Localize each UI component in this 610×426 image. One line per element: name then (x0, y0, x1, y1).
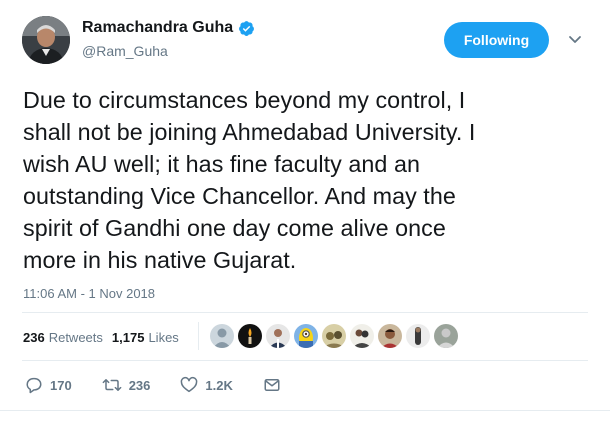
liker-avatar[interactable] (238, 324, 262, 348)
tweet-timestamp[interactable]: 11:06 AM - 1 Nov 2018 (23, 286, 155, 301)
tweet-actions: 170 236 1.2K (25, 376, 311, 394)
divider (22, 312, 588, 313)
liker-avatar[interactable] (406, 324, 430, 348)
liker-avatar[interactable] (210, 324, 234, 348)
like-action[interactable]: 1.2K (180, 376, 233, 394)
following-button[interactable]: Following (444, 22, 549, 58)
divider (0, 410, 610, 411)
liker-avatar[interactable] (434, 324, 458, 348)
likes-stat[interactable]: 1,175 Likes (112, 330, 179, 345)
like-icon[interactable] (180, 376, 198, 394)
tweet-text-line: spirit of Gandhi one day come alive once (23, 215, 446, 241)
retweets-stat-count: 236 (23, 330, 45, 345)
reply-icon[interactable] (25, 376, 43, 394)
likes-stat-count: 1,175 (111, 330, 145, 345)
like-count: 1.2K (205, 377, 233, 393)
tweet-stats: 236 Retweets 1,175 Likes (23, 330, 188, 345)
tweet-text: Due to circumstances beyond my control, … (23, 84, 593, 276)
retweets-stat-label: Retweets (48, 330, 103, 345)
tweet-card: Ramachandra Guha @Ram_Guha Following Due… (0, 0, 610, 426)
verified-badge-icon (238, 20, 255, 37)
reply-count: 170 (50, 377, 72, 393)
tweet-text-line: outstanding Vice Chancellor. And may the (23, 183, 456, 209)
retweet-icon[interactable] (102, 376, 122, 394)
liker-avatar[interactable] (266, 324, 290, 348)
chevron-down-icon[interactable] (565, 32, 585, 48)
tweet-text-line: more in his native Gujarat. (23, 247, 297, 273)
reply-action[interactable]: 170 (25, 376, 72, 394)
retweet-count: 236 (128, 377, 151, 393)
liker-avatar[interactable] (378, 324, 402, 348)
message-icon[interactable] (263, 376, 281, 394)
divider (22, 360, 588, 361)
liker-avatar[interactable] (322, 324, 346, 348)
author-avatar[interactable] (22, 16, 70, 64)
tweet-text-line: shall not be joining Ahmedabad Universit… (23, 119, 476, 145)
retweet-action[interactable]: 236 (102, 376, 151, 394)
stats-separator (198, 322, 199, 350)
tweet-text-line: Due to circumstances beyond my control, … (23, 87, 466, 113)
author-name-row: Ramachandra Guha (82, 19, 255, 37)
liker-avatar[interactable] (350, 324, 374, 348)
author-name[interactable]: Ramachandra Guha (82, 19, 233, 37)
author-handle[interactable]: @Ram_Guha (82, 43, 168, 59)
message-action[interactable] (263, 376, 281, 394)
tweet-text-line: wish AU well; it has fine faculty and an (23, 151, 420, 177)
likes-stat-label: Likes (148, 330, 179, 345)
liker-avatar[interactable] (294, 324, 318, 348)
liker-avatars (210, 324, 462, 348)
retweets-stat[interactable]: 236 Retweets (23, 330, 103, 345)
